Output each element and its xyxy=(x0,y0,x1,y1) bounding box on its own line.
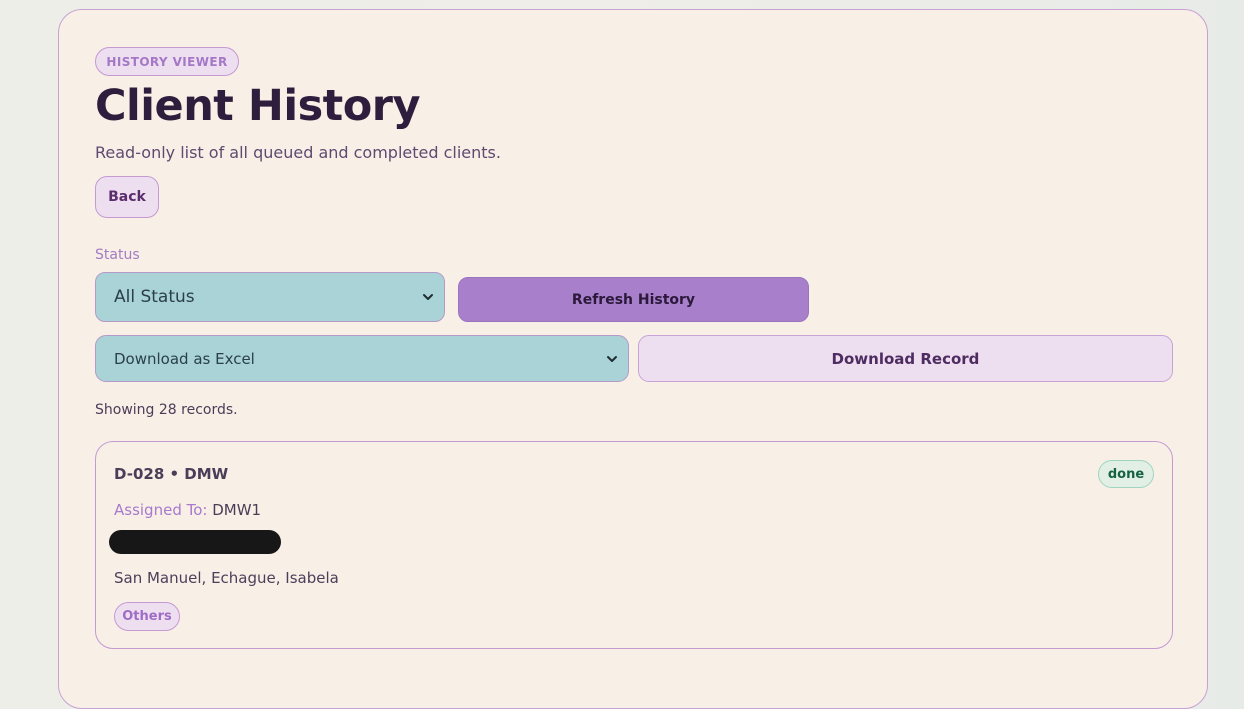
category-tag: Others xyxy=(114,602,180,631)
record-id: D-028 • DMW xyxy=(114,465,229,483)
status-select-value: All Status xyxy=(114,287,195,307)
page-title: Client History xyxy=(95,81,421,131)
download-format-value: Download as Excel xyxy=(114,349,255,368)
assigned-to-value: DMW1 xyxy=(212,501,262,519)
chevron-down-icon xyxy=(606,353,618,365)
record-count: Showing 28 records. xyxy=(95,402,238,418)
status-filter-label: Status xyxy=(95,247,140,263)
page-subtitle: Read-only list of all queued and complet… xyxy=(95,143,501,162)
download-record-button[interactable]: Download Record xyxy=(638,335,1173,382)
assigned-to-label: Assigned To: xyxy=(114,501,208,519)
record-card: D-028 • DMW done Assigned To: DMW1 San M… xyxy=(95,441,1173,649)
chevron-down-icon xyxy=(422,291,434,303)
status-badge: done xyxy=(1098,460,1154,488)
back-button[interactable]: Back xyxy=(95,176,159,218)
client-location: San Manuel, Echague, Isabela xyxy=(114,569,339,587)
history-panel: HISTORY VIEWER Client History Read-only … xyxy=(58,9,1208,709)
assigned-to-row: Assigned To: DMW1 xyxy=(114,501,261,519)
redacted-client-name xyxy=(109,530,281,554)
history-viewer-badge: HISTORY VIEWER xyxy=(95,47,239,76)
refresh-history-button[interactable]: Refresh History xyxy=(458,277,809,322)
download-format-select[interactable]: Download as Excel xyxy=(95,335,629,382)
status-select[interactable]: All Status xyxy=(95,272,445,322)
